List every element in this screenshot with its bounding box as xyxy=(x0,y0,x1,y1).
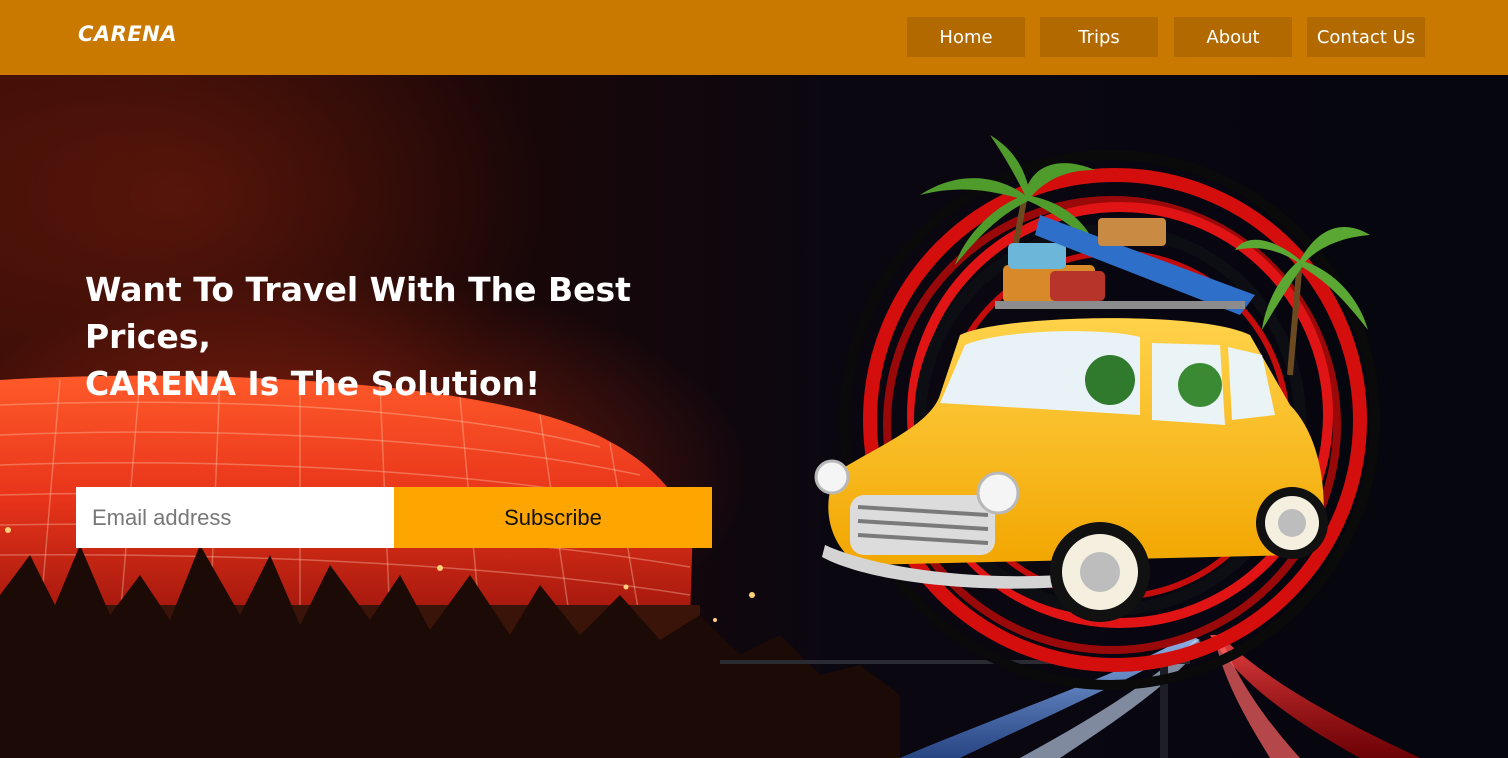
logo[interactable]: CARENA xyxy=(78,22,177,46)
nav-trips-button[interactable]: Trips xyxy=(1040,17,1158,57)
hero-background-image xyxy=(0,135,1420,758)
email-input[interactable] xyxy=(76,487,394,548)
hero-headline-line-1: Want To Travel With The Best Prices, xyxy=(85,270,631,356)
hero-headline: Want To Travel With The Best Prices, CAR… xyxy=(85,266,765,407)
nav-about-button[interactable]: About xyxy=(1174,17,1292,57)
nav-contact-button[interactable]: Contact Us xyxy=(1307,17,1425,57)
subscribe-button[interactable]: Subscribe xyxy=(394,487,712,548)
navbar: CARENA Home Trips About Contact Us xyxy=(0,0,1508,75)
nav-home-button[interactable]: Home xyxy=(907,17,1025,57)
hero-section: Want To Travel With The Best Prices, CAR… xyxy=(0,75,1508,758)
hero-headline-line-2: CARENA Is The Solution! xyxy=(85,364,541,403)
subscribe-form: Subscribe xyxy=(76,487,712,548)
